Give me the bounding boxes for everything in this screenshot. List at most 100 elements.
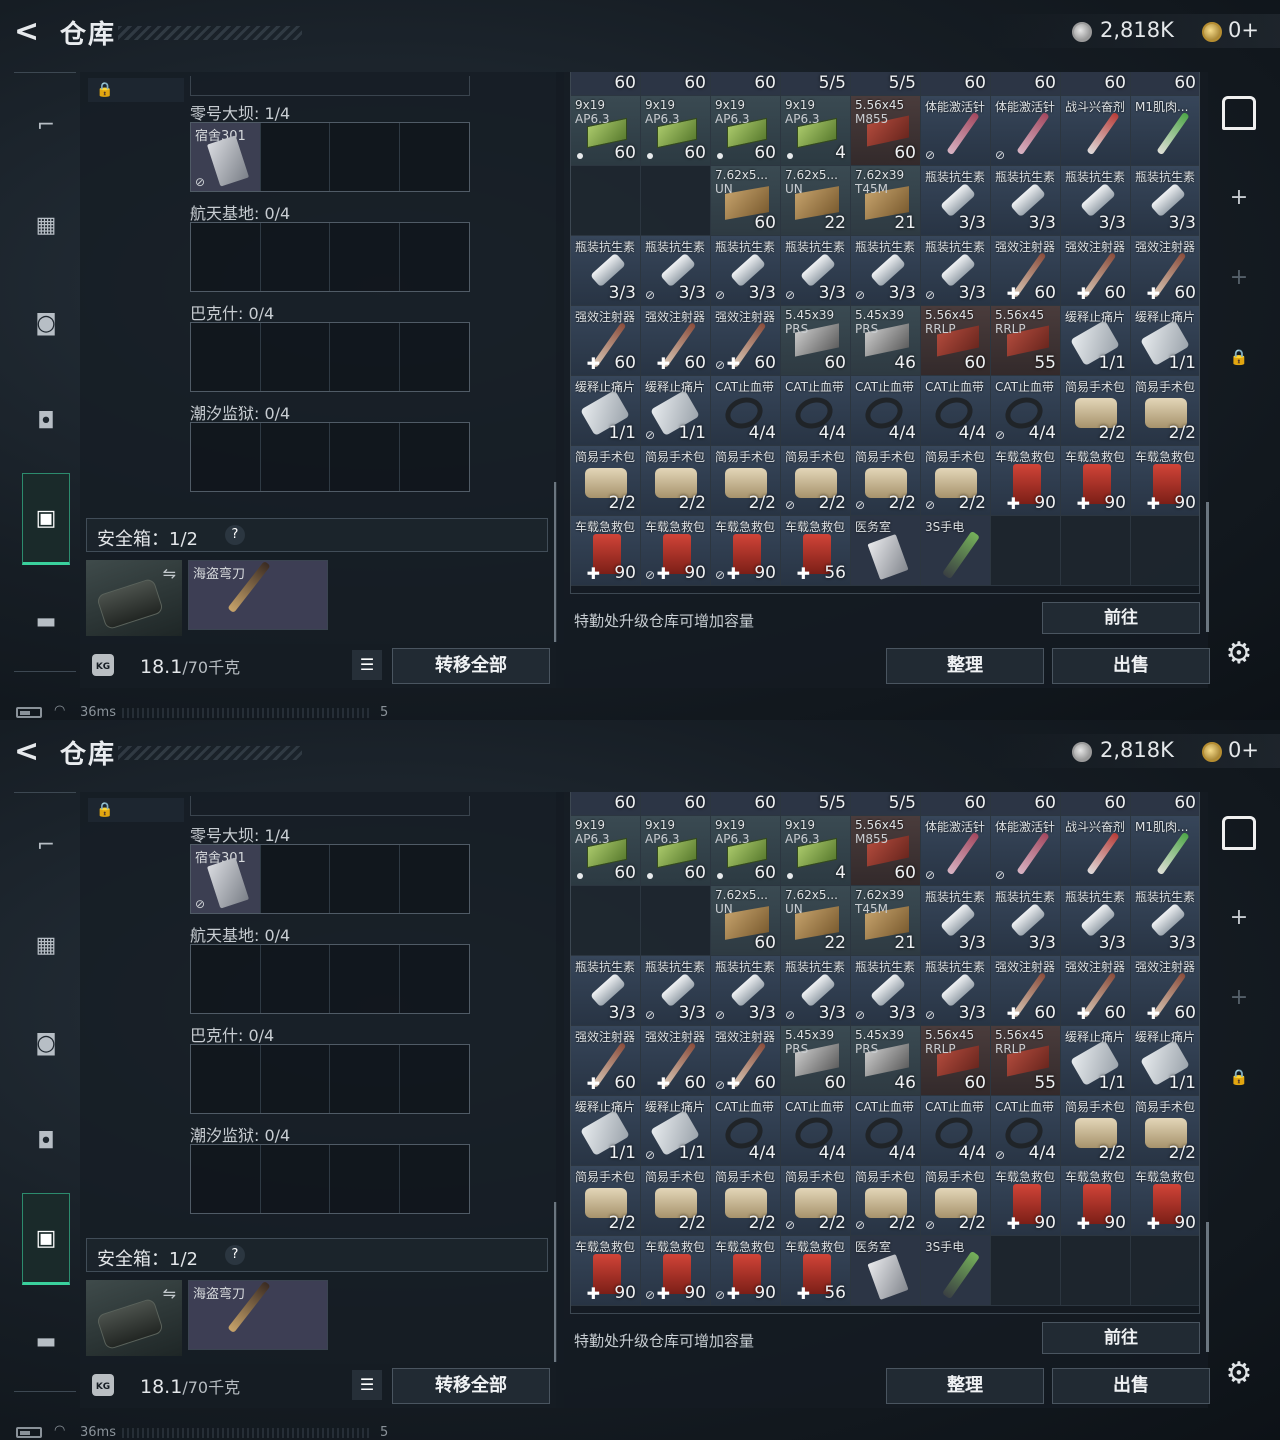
stash-item[interactable]: 强效注射器 60 ✚	[991, 956, 1061, 1026]
map-slot[interactable]	[261, 945, 330, 1013]
map-slot[interactable]	[191, 223, 261, 291]
safebox-case[interactable]: ⇋	[86, 1280, 182, 1356]
sort-button[interactable]: 整理	[886, 648, 1044, 684]
stash-item[interactable]: 7.62x5... UN 22	[781, 886, 851, 956]
stash-item[interactable]: 5.56x45 RRLP 55	[991, 306, 1061, 376]
grid-cell[interactable]: 60	[571, 72, 641, 96]
safebox-case[interactable]: ⇋	[86, 560, 182, 636]
stash-item[interactable]: 瓶装抗生素 3/3 ⊘	[851, 956, 921, 1026]
nav-vest[interactable]: ▦	[22, 201, 70, 249]
map-slot[interactable]	[400, 945, 470, 1013]
stash-item[interactable]: 5.45x39 PRS 46	[851, 1026, 921, 1096]
stash-item[interactable]: 瓶装抗生素 3/3	[921, 886, 991, 956]
stash-item[interactable]: CAT止血带 4/4	[781, 376, 851, 446]
stash-item[interactable]: 瓶装抗生素 3/3	[1061, 166, 1131, 236]
map-slot[interactable]	[191, 945, 261, 1013]
stash-item[interactable]: CAT止血带 4/4	[711, 1096, 781, 1166]
safebox-slot[interactable]: 海盗弯刀	[188, 560, 328, 630]
grid-cell[interactable]: 60	[1061, 792, 1131, 816]
grid-cell[interactable]: 60	[991, 792, 1061, 816]
stash-item[interactable]: M1肌肉...	[1131, 816, 1199, 886]
stash-item[interactable]: 瓶装抗生素 3/3	[571, 236, 641, 306]
grid-cell[interactable]: 5/5	[851, 72, 921, 96]
stash-item[interactable]: 简易手术包 2/2	[1061, 376, 1131, 446]
stash-item[interactable]: 7.62x39 T45M 21	[851, 166, 921, 236]
nav-briefcase[interactable]: ▬	[22, 1317, 70, 1365]
help-icon[interactable]: ?	[225, 525, 245, 545]
stash-item[interactable]: 医务室	[851, 516, 921, 586]
stash-item[interactable]: 车载急救包 90 ✚ ⊘	[641, 1236, 711, 1306]
stash-item[interactable]: 瓶装抗生素 3/3	[991, 166, 1061, 236]
stash-item[interactable]: 缓释止痛片 1/1	[571, 376, 641, 446]
empty-cell[interactable]	[641, 166, 711, 236]
stash-item[interactable]: 强效注射器 60 ✚	[1131, 956, 1199, 1026]
grid-cell[interactable]: 60	[641, 792, 711, 816]
stash-home-icon[interactable]	[1222, 96, 1256, 130]
stash-item[interactable]: CAT止血带 4/4	[921, 1096, 991, 1166]
map-slot[interactable]	[261, 845, 330, 913]
safebox-slot[interactable]: 海盗弯刀	[188, 1280, 328, 1350]
swap-icon[interactable]: ⇋	[163, 1284, 176, 1303]
map-slot[interactable]: 宿舍301 ⊘	[191, 123, 261, 191]
stash-item[interactable]: 9x19 AP6.3 60	[711, 96, 781, 166]
stash-item[interactable]: 7.62x5... UN 22	[781, 166, 851, 236]
stash-item[interactable]: 5.56x45 RRLP 55	[991, 1026, 1061, 1096]
stash-item[interactable]: 简易手术包 2/2	[1131, 376, 1199, 446]
map-slot[interactable]	[330, 323, 400, 391]
map-slot[interactable]	[400, 845, 470, 913]
empty-cell[interactable]	[1131, 516, 1199, 586]
map-slot[interactable]	[191, 1145, 261, 1213]
stash-item[interactable]: 7.62x39 T45M 21	[851, 886, 921, 956]
map-slot[interactable]	[330, 223, 400, 291]
settings-gear-icon[interactable]: ⚙	[1216, 1350, 1262, 1396]
back-button[interactable]: <	[14, 734, 50, 770]
nav-safebox[interactable]: ▣	[22, 473, 70, 565]
stash-item[interactable]: 简易手术包 2/2 ⊘	[921, 446, 991, 516]
stash-item[interactable]: 5.45x39 PRS 60	[781, 1026, 851, 1096]
stash-item[interactable]: 简易手术包 2/2	[571, 446, 641, 516]
sell-button[interactable]: 出售	[1052, 648, 1210, 684]
stash-item[interactable]: 简易手术包 2/2	[711, 1166, 781, 1236]
stash-item[interactable]: 车载急救包 90 ✚	[571, 516, 641, 586]
stash-item[interactable]: 瓶装抗生素 3/3	[991, 886, 1061, 956]
stash-item[interactable]: 车载急救包 90 ✚	[571, 1236, 641, 1306]
goto-button[interactable]: 前往	[1042, 1322, 1200, 1354]
stash-item[interactable]: 体能激活针 ⊘	[921, 96, 991, 166]
stash-item[interactable]: 医务室	[851, 1236, 921, 1306]
map-slot[interactable]	[261, 1045, 330, 1113]
grid-cell[interactable]: 60	[711, 72, 781, 96]
stash-item[interactable]: 5.45x39 PRS 60	[781, 306, 851, 376]
stash-item[interactable]: 瓶装抗生素 3/3	[571, 956, 641, 1026]
grid-cell[interactable]: 60	[1131, 72, 1199, 96]
stash-item[interactable]: 5.56x45 M855 60	[851, 96, 921, 166]
back-button[interactable]: <	[14, 14, 50, 50]
stash-item[interactable]: 缓释止痛片 1/1	[1061, 1026, 1131, 1096]
stash-item[interactable]: 强效注射器 60 ✚	[641, 306, 711, 376]
goto-button[interactable]: 前往	[1042, 602, 1200, 634]
stash-item[interactable]: 车载急救包 56 ✚	[781, 516, 851, 586]
settings-gear-icon[interactable]: ⚙	[1216, 630, 1262, 676]
nav-pistol[interactable]: ⌐	[22, 821, 70, 869]
map-slot[interactable]	[400, 1145, 470, 1213]
empty-cell[interactable]	[1061, 516, 1131, 586]
stash-item[interactable]: 战斗兴奋剂	[1061, 96, 1131, 166]
stash-item[interactable]: 缓释止痛片 1/1	[1131, 306, 1199, 376]
stash-item[interactable]: 9x19 AP6.3 60	[571, 816, 641, 886]
grid-cell[interactable]: 60	[641, 72, 711, 96]
stash-item[interactable]: CAT止血带 4/4	[921, 376, 991, 446]
stash-item[interactable]: 车载急救包 90 ✚ ⊘	[641, 516, 711, 586]
stash-item[interactable]: 5.56x45 M855 60	[851, 816, 921, 886]
map-slot[interactable]	[261, 423, 330, 491]
stash-item[interactable]: 强效注射器 60 ✚	[1061, 956, 1131, 1026]
stash-item[interactable]: 车载急救包 90 ✚ ⊘	[711, 516, 781, 586]
stash-item[interactable]: 瓶装抗生素 3/3 ⊘	[641, 956, 711, 1026]
stash-item[interactable]: 3S手电	[921, 1236, 991, 1306]
stash-item[interactable]: 简易手术包 2/2	[1131, 1096, 1199, 1166]
nav-safebox[interactable]: ▣	[22, 1193, 70, 1285]
grid-cell[interactable]: 5/5	[851, 792, 921, 816]
stash-item[interactable]: 简易手术包 2/2	[1061, 1096, 1131, 1166]
stash-item[interactable]: CAT止血带 4/4	[781, 1096, 851, 1166]
stash-item[interactable]: 9x19 AP6.3 60	[641, 816, 711, 886]
stash-item[interactable]: 体能激活针 ⊘	[991, 96, 1061, 166]
stash-item[interactable]: 体能激活针 ⊘	[991, 816, 1061, 886]
